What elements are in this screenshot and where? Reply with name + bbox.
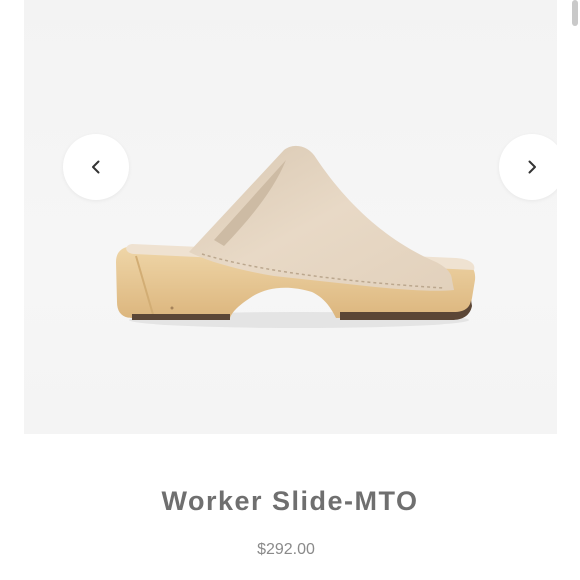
product-image-gallery[interactable] xyxy=(24,0,557,434)
next-image-button[interactable] xyxy=(499,134,557,200)
product-photo xyxy=(116,145,476,328)
previous-image-button[interactable] xyxy=(63,134,129,200)
chevron-right-icon xyxy=(528,160,536,174)
product-title: Worker Slide-MTO xyxy=(161,486,419,516)
product-price: $292.00 xyxy=(257,541,315,558)
page-scrollbar[interactable] xyxy=(572,0,578,26)
chevron-left-icon xyxy=(92,160,100,174)
